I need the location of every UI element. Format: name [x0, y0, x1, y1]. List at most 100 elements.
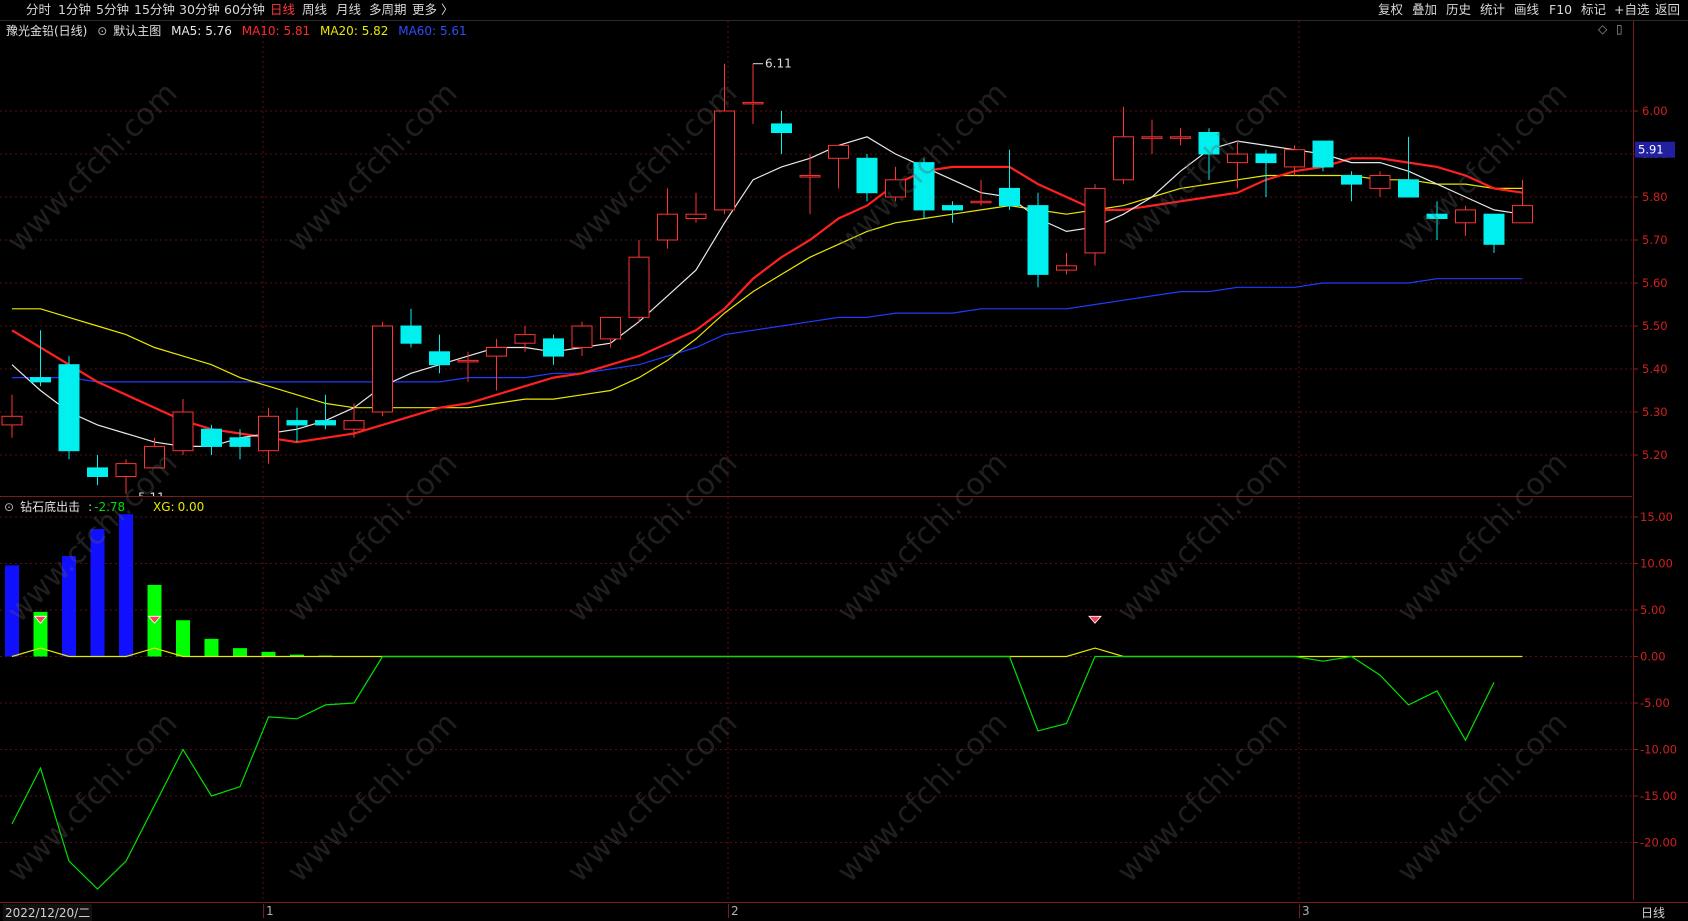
- candle-up: [1512, 205, 1533, 224]
- indicator-toggle-icon[interactable]: ⊙: [4, 500, 14, 514]
- diamond-signal-icon: [1088, 615, 1102, 624]
- date-start-label: 2022/12/20/二: [3, 904, 93, 921]
- candle-down: [58, 364, 80, 452]
- add-watchlist-button[interactable]: +自选: [1614, 2, 1649, 18]
- period-label: 日线: [1641, 906, 1666, 920]
- draw-line-button[interactable]: 画线: [1514, 2, 1539, 18]
- candle-up: [1369, 175, 1391, 189]
- diamond-window-icon[interactable]: ◇: [1598, 22, 1607, 36]
- price-tick-label: 5.70: [1642, 233, 1668, 247]
- candle-up: [144, 445, 165, 469]
- back-button[interactable]: 返回: [1655, 2, 1680, 18]
- candle-up: [657, 213, 678, 241]
- history-button[interactable]: 历史: [1446, 2, 1471, 18]
- ma5-label: MA5: 5.76: [171, 24, 232, 38]
- candle-down: [1255, 153, 1277, 164]
- candle-down: [1398, 179, 1419, 198]
- indicator-panel[interactable]: ⊙ 钻石底出击: -2.78 XG: 0.00: [0, 497, 1632, 900]
- candle-up: [457, 359, 479, 363]
- candle-up: [486, 347, 507, 357]
- xg-label: XG:: [153, 500, 175, 514]
- candle-down: [1027, 205, 1049, 275]
- candle-up: [742, 101, 764, 105]
- price-tick-label: 5.60: [1642, 276, 1668, 290]
- candle-down: [543, 338, 564, 357]
- period-tab-monthly[interactable]: 月线: [336, 2, 361, 18]
- template-toggle-icon[interactable]: ⊙: [97, 24, 107, 38]
- candle-up: [1084, 187, 1106, 254]
- candle-down: [942, 205, 963, 211]
- candle-down: [913, 162, 935, 211]
- indicator-bar: [119, 514, 133, 657]
- candle-down: [1483, 213, 1505, 245]
- candle-down: [1341, 175, 1362, 185]
- candle-up: [1284, 149, 1305, 168]
- current-price-label: 5.91: [1638, 143, 1664, 157]
- overlay-button[interactable]: 叠加: [1412, 2, 1437, 18]
- indicator-chart: [0, 497, 1632, 900]
- candle-down: [429, 351, 450, 366]
- candle-down: [286, 420, 308, 426]
- template-label[interactable]: 默认主图: [113, 24, 161, 38]
- candle-up: [1227, 153, 1248, 164]
- price-tick-label: 5.40: [1642, 362, 1668, 376]
- period-tab-timeshare[interactable]: 分时: [26, 2, 51, 18]
- candlestick-chart: 6.11 5.11: [0, 21, 1632, 505]
- period-tab-weekly[interactable]: 周线: [302, 2, 327, 18]
- f10-button[interactable]: F10: [1549, 2, 1572, 18]
- period-tab-5min[interactable]: 5分钟: [96, 2, 129, 18]
- month-mark-1: 1: [263, 904, 274, 918]
- price-axis[interactable]: 6.005.905.805.705.605.505.405.305.205.91…: [1633, 21, 1688, 900]
- candle-down: [87, 467, 108, 477]
- indicator-tick-label: 5.00: [1640, 603, 1666, 617]
- candle-up: [1455, 209, 1476, 224]
- month-mark-3: 3: [1299, 904, 1310, 918]
- period-tab-1min[interactable]: 1分钟: [58, 2, 91, 18]
- candle-up: [1, 415, 23, 426]
- ma60-label: MA60: 5.61: [398, 24, 466, 38]
- main-chart-panel[interactable]: 6.11 5.11 豫光金铅(日线) ⊙ 默认主图 MA5: 5.76 MA10: …: [0, 21, 1632, 505]
- fuquan-button[interactable]: 复权: [1378, 2, 1403, 18]
- ma10-value: 5.81: [283, 24, 311, 38]
- indicator-bar: [176, 620, 190, 657]
- period-tab-30min[interactable]: 30分钟: [179, 2, 220, 18]
- mark-button[interactable]: 标记: [1581, 2, 1606, 18]
- period-tab-multi[interactable]: 多周期: [369, 2, 407, 18]
- indicator-name[interactable]: 钻石底出击: [20, 500, 80, 514]
- indicator-tick-label: 10.00: [1640, 557, 1673, 571]
- candle-up: [258, 415, 279, 452]
- ma20-label-text: MA20:: [319, 24, 358, 38]
- stats-button[interactable]: 统计: [1480, 2, 1505, 18]
- price-tick-label: 5.30: [1642, 405, 1668, 419]
- candle-up: [600, 316, 621, 340]
- candle-down: [30, 377, 51, 383]
- candle-up: [1170, 136, 1191, 139]
- indicator-green-line: [11, 655, 1495, 890]
- indicator-tick-label: -15.00: [1640, 789, 1677, 803]
- candle-down: [315, 420, 336, 426]
- date-axis[interactable]: 2022/12/20/二 1 2 3 日线: [0, 902, 1688, 921]
- candle-up: [343, 420, 365, 430]
- indicator-tick-label: -5.00: [1640, 696, 1670, 710]
- candle-up: [685, 213, 707, 219]
- indicator-bar: [261, 651, 276, 657]
- period-toolbar: 分时 1分钟 5分钟 15分钟 30分钟 60分钟 日线 周线 月线 多周期 更…: [0, 0, 1688, 21]
- candle-down: [1198, 132, 1220, 155]
- candle-down: [229, 437, 251, 447]
- period-tab-daily[interactable]: 日线: [270, 2, 295, 18]
- period-tab-15min[interactable]: 15分钟: [134, 2, 175, 18]
- ma60-line: [12, 278, 1523, 383]
- indicator-tick-label: -20.00: [1640, 836, 1677, 850]
- candle-up: [970, 200, 992, 204]
- indicator-bar: [90, 529, 105, 657]
- indicator-value: -2.78: [94, 500, 126, 514]
- indicator-tick-label: 15.00: [1640, 510, 1673, 524]
- price-tick-label: 5.80: [1642, 190, 1668, 204]
- candle-down: [856, 157, 878, 194]
- maximize-window-icon[interactable]: ▯: [1616, 22, 1623, 36]
- period-tab-more[interactable]: 更多 〉: [412, 2, 453, 18]
- main-legend: 豫光金铅(日线) ⊙ 默认主图 MA5: 5.76 MA10: 5.81 MA20…: [6, 22, 473, 39]
- indicator-tick-label: 0.00: [1640, 650, 1666, 664]
- indicator-bar: [5, 565, 19, 657]
- period-tab-60min[interactable]: 60分钟: [224, 2, 265, 18]
